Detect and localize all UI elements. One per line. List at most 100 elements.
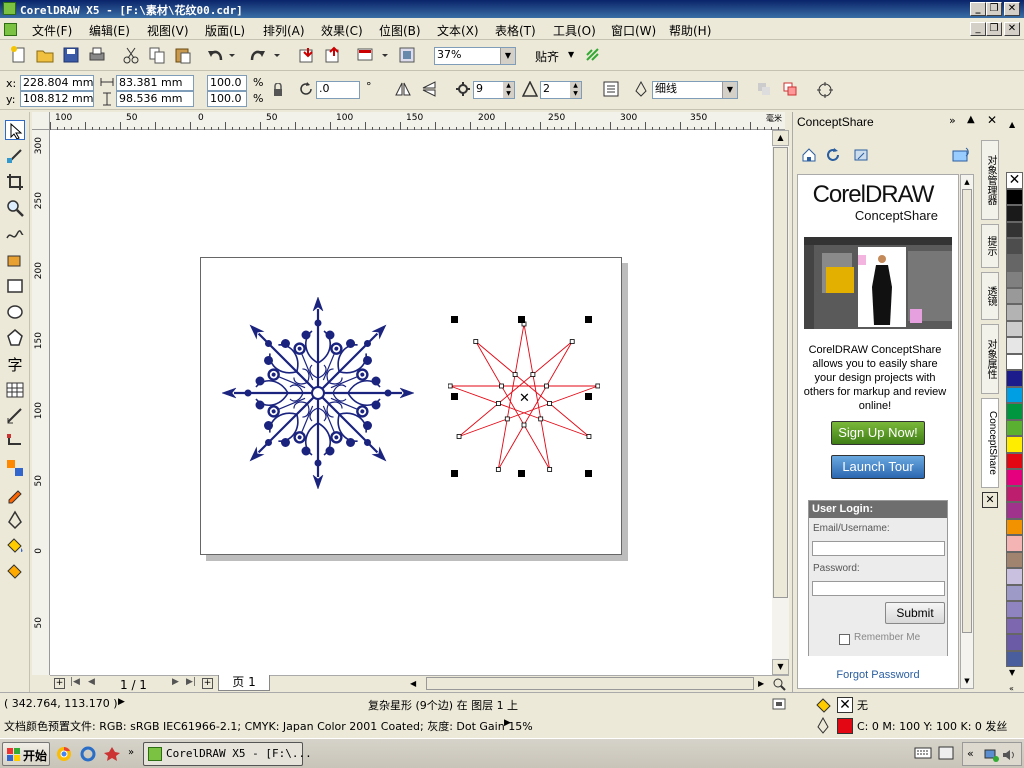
text-tool-icon[interactable]: 字 [5, 354, 25, 374]
star-node[interactable] [473, 339, 479, 344]
docker-scrollbar[interactable]: ▲ ▼ [960, 174, 974, 689]
ime-icon[interactable] [938, 746, 954, 760]
navigator-icon[interactable] [772, 677, 786, 691]
color-swatch[interactable] [1006, 634, 1023, 651]
color-swatch[interactable] [1006, 320, 1023, 337]
zoom-tool-icon[interactable] [5, 198, 25, 218]
star-node[interactable] [495, 401, 501, 406]
add-page-before-icon[interactable]: + [54, 678, 65, 689]
star-node[interactable] [544, 383, 549, 389]
color-swatch[interactable] [1006, 419, 1023, 436]
quicklaunch-expand-icon[interactable]: » [128, 747, 134, 758]
last-page-icon[interactable]: ▶| [186, 677, 196, 687]
color-swatch[interactable] [1006, 353, 1023, 370]
menu-tools[interactable]: 工具(O) [553, 22, 596, 39]
star-node[interactable] [547, 467, 553, 472]
ellipse-tool-icon[interactable] [5, 302, 25, 322]
redo-icon[interactable] [248, 46, 282, 64]
tab-lens[interactable]: 透镜 [981, 272, 999, 320]
eyedropper-tool-icon[interactable] [5, 484, 25, 504]
selection-handle[interactable] [518, 470, 525, 477]
color-swatch[interactable] [1006, 436, 1023, 453]
submit-button[interactable]: Submit [885, 602, 945, 624]
close-button[interactable]: ✕ [1004, 2, 1020, 16]
cut-icon[interactable] [122, 46, 140, 64]
print-icon[interactable] [88, 46, 106, 64]
blend-tool-icon[interactable] [5, 458, 25, 478]
menu-arrange[interactable]: 排列(A) [263, 22, 305, 39]
menu-text[interactable]: 文本(X) [437, 22, 479, 39]
vertical-ruler[interactable]: 300 250 200 150 100 50 0 50 [32, 130, 50, 675]
star-node[interactable] [456, 434, 462, 439]
snap-to-dropdown[interactable]: 贴齐 [535, 48, 559, 65]
chevron-right-icon[interactable]: ▶ [118, 697, 125, 707]
first-page-icon[interactable]: |◀ [70, 677, 80, 687]
menu-file[interactable]: 文件(F) [32, 22, 72, 39]
star-points-input[interactable]: 9 ▲ ▼ [473, 81, 515, 99]
color-swatch[interactable] [1006, 502, 1023, 519]
palette-scroll-down-icon[interactable]: ▼ [1009, 668, 1015, 677]
star-node[interactable] [547, 401, 553, 406]
screen-capture-icon[interactable] [853, 147, 869, 163]
crop-tool-icon[interactable] [5, 172, 25, 192]
back-minus-front-icon[interactable] [756, 81, 772, 97]
doc-minimize-button[interactable]: _ [970, 22, 986, 36]
color-swatch[interactable] [1006, 535, 1023, 552]
scroll-up-icon[interactable]: ▲ [772, 130, 789, 146]
docker-expand-icon[interactable]: » [949, 114, 956, 127]
horizontal-scrollbar[interactable] [426, 677, 754, 690]
polygon-tool-icon[interactable] [5, 328, 25, 348]
color-swatch[interactable] [1006, 568, 1023, 585]
color-swatch[interactable] [1006, 650, 1023, 667]
color-swatch[interactable] [1006, 370, 1023, 387]
color-swatch[interactable] [1006, 584, 1023, 601]
network-icon[interactable] [983, 747, 999, 763]
menu-layout[interactable]: 版面(L) [205, 22, 245, 39]
color-swatch[interactable] [1006, 617, 1023, 634]
pick-tool-icon[interactable] [5, 120, 25, 140]
sharpness-input[interactable]: 2 ▲ ▼ [540, 81, 582, 99]
horizontal-ruler[interactable]: 100 50 0 50 100 150 200 250 300 350 毫米 [50, 112, 785, 130]
app-quicklaunch-icon[interactable] [104, 746, 120, 762]
open-icon[interactable] [36, 46, 54, 64]
next-page-icon[interactable]: ▶ [172, 677, 179, 687]
table-tool-icon[interactable] [5, 380, 25, 400]
new-icon[interactable] [10, 46, 28, 64]
palette-scroll-up-icon[interactable]: ▲ [1009, 120, 1015, 129]
color-swatch[interactable] [1006, 386, 1023, 403]
home-icon[interactable] [801, 147, 817, 163]
menu-table[interactable]: 表格(T) [495, 22, 536, 39]
sign-up-button[interactable]: Sign Up Now! [831, 421, 925, 445]
scroll-thumb[interactable] [773, 147, 788, 598]
color-profile-info[interactable]: 文档颜色预置文件: RGB: sRGB IEC61966-2.1; CMYK: … [4, 718, 533, 734]
convert-outline-icon[interactable] [816, 81, 834, 99]
maximize-button[interactable]: ❐ [986, 2, 1002, 16]
docker-scroll-thumb[interactable] [962, 189, 972, 633]
shape-tool-icon[interactable] [5, 146, 25, 166]
star-node[interactable] [595, 383, 600, 389]
start-button[interactable]: 开始 [2, 742, 50, 766]
scroll-down-icon[interactable]: ▼ [772, 659, 789, 675]
rectangle-tool-icon[interactable] [5, 276, 25, 296]
color-swatch[interactable] [1006, 601, 1023, 618]
snap-status-icon[interactable] [772, 698, 786, 710]
chevron-down-icon[interactable]: ▼ [500, 48, 515, 64]
remember-me-checkbox[interactable] [839, 634, 850, 645]
scroll-right-icon[interactable]: ▶ [758, 677, 770, 691]
selection-handle[interactable] [585, 393, 592, 400]
spinner-icon[interactable]: ▲ ▼ [570, 82, 581, 98]
minimize-button[interactable]: _ [970, 2, 986, 16]
star-node[interactable] [499, 383, 504, 389]
color-swatch[interactable] [1006, 254, 1023, 271]
ie-icon[interactable] [80, 746, 96, 762]
password-field[interactable] [812, 581, 945, 596]
tray-expand-icon[interactable]: « [967, 747, 974, 760]
options-icon[interactable] [584, 46, 602, 64]
spinner-icon[interactable]: ▲ ▼ [503, 82, 514, 98]
welcome-screen-icon[interactable] [398, 46, 416, 64]
selection-handle[interactable] [451, 393, 458, 400]
scroll-left-icon[interactable]: ◀ [410, 677, 422, 691]
docker-collapse-icon[interactable]: ▲ [967, 114, 975, 125]
taskbar-coreldraw-button[interactable]: CorelDRAW X5 - [F:\... [143, 742, 312, 766]
scale-width-input[interactable]: 100.0 [207, 75, 247, 91]
